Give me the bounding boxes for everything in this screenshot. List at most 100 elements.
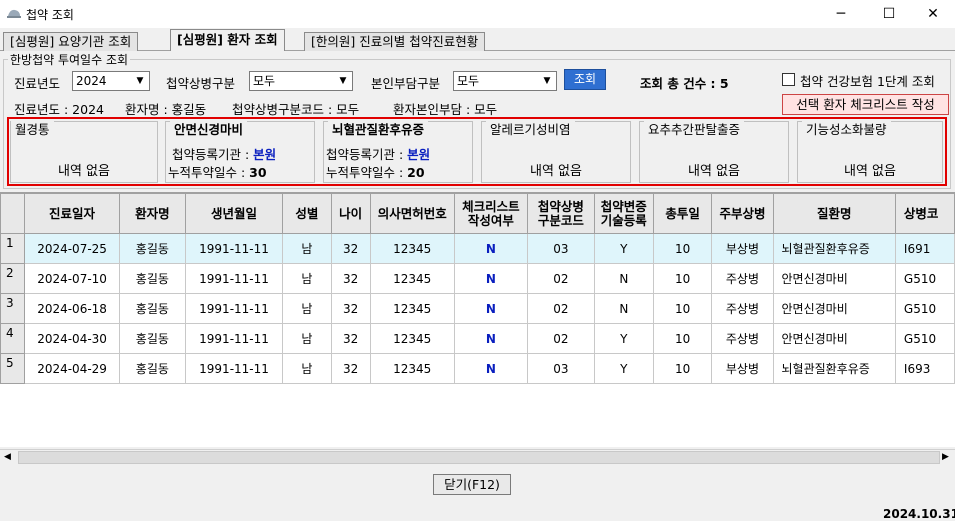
table-row[interactable]: 5 2024-04-29 홍길동 1991-11-11 남 32 12345 N 03 Y 10 부상…	[0, 353, 955, 384]
cell-license[interactable]: 12345	[369, 293, 455, 324]
col-header[interactable]: 성별	[282, 193, 332, 234]
cell-birth[interactable]: 1991-11-11	[184, 263, 284, 294]
cell-name[interactable]: 홍길동	[118, 263, 186, 294]
cell-license[interactable]: 12345	[369, 263, 455, 294]
cell-name[interactable]: 홍길동	[118, 353, 186, 384]
cell-date[interactable]: 2024-04-29	[24, 353, 120, 384]
cell-code[interactable]: 02	[526, 263, 595, 294]
cell-dcode[interactable]: G510	[894, 263, 955, 294]
cell-sex[interactable]: 남	[282, 263, 332, 294]
cell-days[interactable]: 10	[652, 353, 713, 384]
cell-disease[interactable]: 뇌혈관질환후유증	[772, 353, 896, 384]
col-header[interactable]: 첩약변증 기술등록	[593, 193, 654, 234]
cell-checklist[interactable]: N	[453, 263, 528, 294]
cell-reg[interactable]: Y	[593, 233, 654, 264]
table-row[interactable]: 3 2024-06-18 홍길동 1991-11-11 남 32 12345 N 02 N 10 주상…	[0, 293, 955, 324]
scroll-left-arrow-icon[interactable]: ◀	[4, 452, 11, 462]
cell-dcode[interactable]: G510	[894, 293, 955, 324]
cell-dcode[interactable]: I693	[894, 353, 955, 384]
cell-reg[interactable]: N	[593, 263, 654, 294]
cell-sex[interactable]: 남	[282, 353, 332, 384]
copay-type-select[interactable]: 모두 ▼	[453, 71, 557, 91]
tab-hira-patient[interactable]: [심평원] 환자 조회	[170, 29, 285, 51]
cell-sex[interactable]: 남	[282, 293, 332, 324]
disease-type-select[interactable]: 모두 ▼	[249, 71, 353, 91]
cell-code[interactable]: 03	[526, 353, 595, 384]
cell-days[interactable]: 10	[652, 233, 713, 264]
close-button[interactable]: 닫기(F12)	[433, 474, 511, 495]
cell-reg[interactable]: Y	[593, 323, 654, 354]
cell-dcode[interactable]: G510	[894, 323, 955, 354]
cell-code[interactable]: 02	[526, 293, 595, 324]
scroll-right-arrow-icon[interactable]: ▶	[942, 452, 949, 462]
cell-days[interactable]: 10	[652, 323, 713, 354]
cell-age[interactable]: 32	[330, 353, 371, 384]
cell-sex[interactable]: 남	[282, 323, 332, 354]
row-number[interactable]: 2	[0, 263, 26, 294]
maximize-button[interactable]: ☐	[866, 0, 912, 28]
cell-code[interactable]: 02	[526, 323, 595, 354]
cell-birth[interactable]: 1991-11-11	[184, 233, 284, 264]
scrollbar-thumb[interactable]	[18, 451, 940, 464]
cell-age[interactable]: 32	[330, 233, 371, 264]
stage1-checkbox[interactable]	[782, 73, 795, 86]
cell-age[interactable]: 32	[330, 323, 371, 354]
cell-birth[interactable]: 1991-11-11	[184, 293, 284, 324]
cell-checklist[interactable]: N	[453, 323, 528, 354]
cell-disease[interactable]: 안면신경마비	[772, 323, 896, 354]
col-header[interactable]: 첩약상병 구분코드	[526, 193, 595, 234]
col-header[interactable]: 체크리스트 작성여부	[453, 193, 528, 234]
col-header[interactable]: 상병코	[894, 193, 955, 234]
col-header[interactable]: 의사면허번호	[369, 193, 455, 234]
cell-license[interactable]: 12345	[369, 323, 455, 354]
cell-name[interactable]: 홍길동	[118, 233, 186, 264]
col-header[interactable]: 질환명	[772, 193, 896, 234]
cell-main[interactable]: 주상병	[711, 263, 774, 294]
cell-main[interactable]: 주상병	[711, 323, 774, 354]
cell-main[interactable]: 부상병	[711, 233, 774, 264]
cell-date[interactable]: 2024-06-18	[24, 293, 120, 324]
year-select[interactable]: 2024 ▼	[72, 71, 150, 91]
cell-birth[interactable]: 1991-11-11	[184, 353, 284, 384]
cell-date[interactable]: 2024-07-10	[24, 263, 120, 294]
write-checklist-button[interactable]: 선택 환자 체크리스트 작성	[782, 94, 949, 115]
cell-age[interactable]: 32	[330, 293, 371, 324]
cell-days[interactable]: 10	[652, 293, 713, 324]
cell-checklist[interactable]: N	[453, 293, 528, 324]
row-number[interactable]: 3	[0, 293, 26, 324]
cell-age[interactable]: 32	[330, 263, 371, 294]
table-row[interactable]: 4 2024-04-30 홍길동 1991-11-11 남 32 12345 N 02 Y 10 주상…	[0, 323, 955, 354]
cell-date[interactable]: 2024-04-30	[24, 323, 120, 354]
cell-main[interactable]: 부상병	[711, 353, 774, 384]
cell-disease[interactable]: 안면신경마비	[772, 293, 896, 324]
tab-hira-institution[interactable]: [심평원] 요양기관 조회	[3, 32, 139, 51]
search-button[interactable]: 조회	[564, 69, 606, 90]
col-header[interactable]: 총투일	[652, 193, 713, 234]
cell-name[interactable]: 홍길동	[118, 293, 186, 324]
tab-clinic-doctor-status[interactable]: [한의원] 진료의별 첩약진료현황	[304, 32, 486, 51]
cell-dcode[interactable]: I691	[894, 233, 955, 264]
col-header[interactable]: 주부상병	[711, 193, 774, 234]
cell-disease[interactable]: 안면신경마비	[772, 263, 896, 294]
cell-date[interactable]: 2024-07-25	[24, 233, 120, 264]
row-number[interactable]: 4	[0, 323, 26, 354]
cell-reg[interactable]: N	[593, 293, 654, 324]
col-header[interactable]: 진료일자	[24, 193, 120, 234]
cell-birth[interactable]: 1991-11-11	[184, 323, 284, 354]
cell-name[interactable]: 홍길동	[118, 323, 186, 354]
cell-main[interactable]: 주상병	[711, 293, 774, 324]
cell-disease[interactable]: 뇌혈관질환후유증	[772, 233, 896, 264]
col-header[interactable]: 생년월일	[184, 193, 284, 234]
cell-days[interactable]: 10	[652, 263, 713, 294]
close-window-button[interactable]: ✕	[910, 0, 955, 28]
table-row[interactable]: 2 2024-07-10 홍길동 1991-11-11 남 32 12345 N 02 N 10 주상…	[0, 263, 955, 294]
col-header[interactable]: 환자명	[118, 193, 186, 234]
row-number[interactable]: 5	[0, 353, 26, 384]
cell-license[interactable]: 12345	[369, 353, 455, 384]
cell-checklist[interactable]: N	[453, 233, 528, 264]
cell-checklist[interactable]: N	[453, 353, 528, 384]
minimize-button[interactable]: ─	[818, 0, 864, 28]
table-row[interactable]: 1 2024-07-25 홍길동 1991-11-11 남 32 12345 N 03 Y 10 부상…	[0, 233, 955, 264]
cell-reg[interactable]: Y	[593, 353, 654, 384]
col-header[interactable]: 나이	[330, 193, 371, 234]
